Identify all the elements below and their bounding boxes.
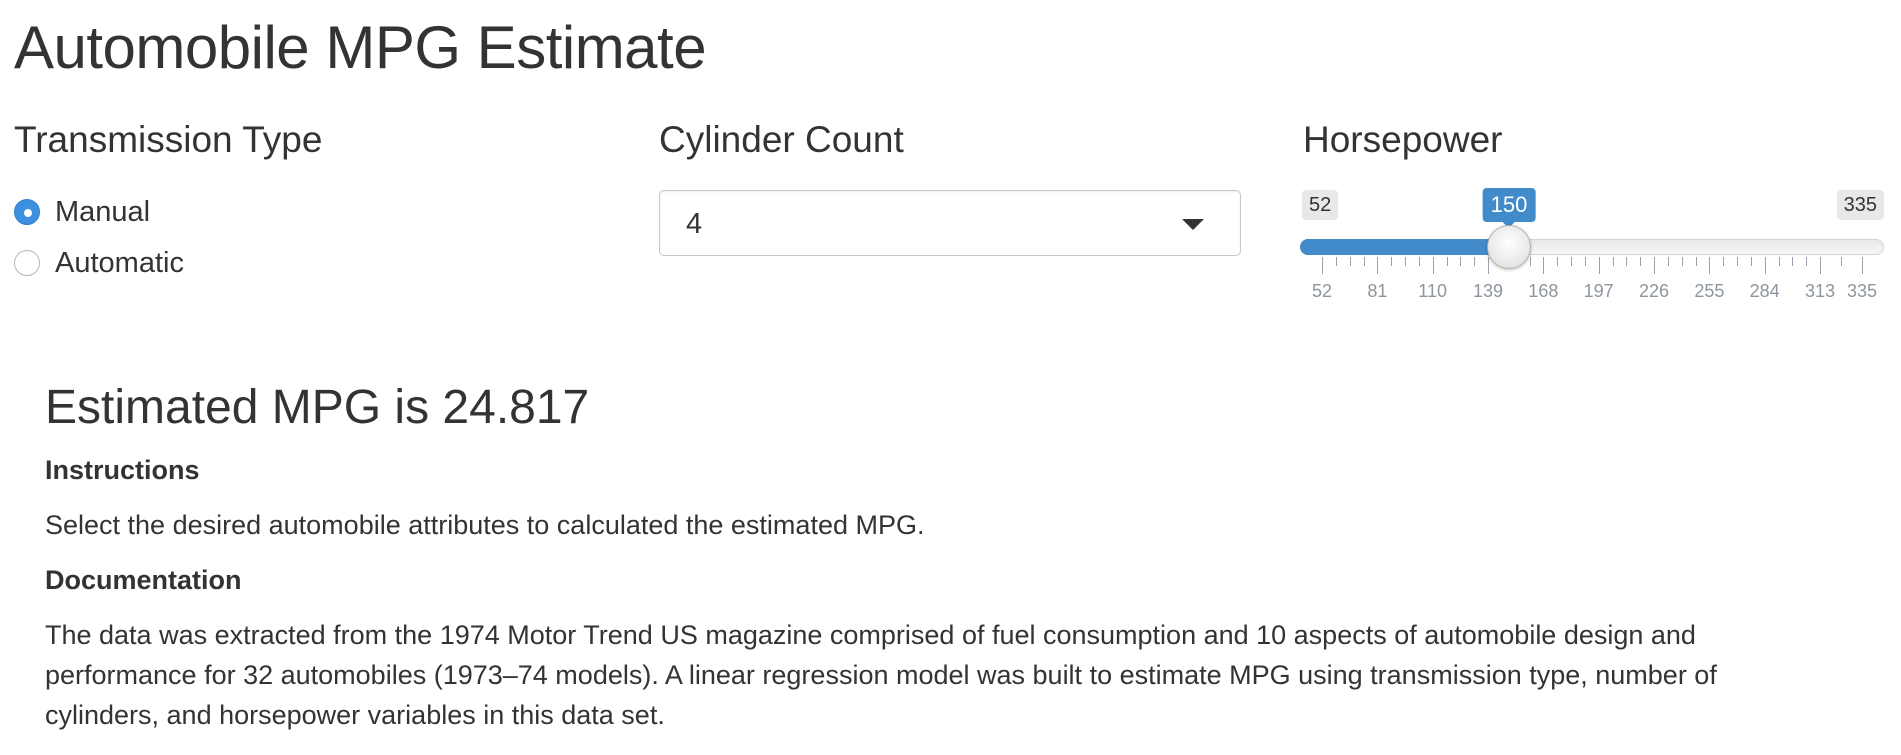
documentation-heading: Documentation [45,565,242,595]
slider-major-tick [1654,257,1655,274]
horsepower-label: Horsepower [1303,119,1503,160]
slider-tick-label: 284 [1749,281,1780,301]
slider-major-tick [1543,257,1545,274]
estimated-mpg-result: Estimated MPG is 24.817 [45,381,590,434]
slider-major-tick [1488,257,1489,274]
slider-tick-label: 168 [1528,281,1559,301]
radio-manual-button[interactable] [14,199,40,225]
transmission-type-label: Transmission Type [14,119,323,160]
slider-tick-label: 81 [1367,281,1388,301]
slider-minor-tick [1750,257,1752,266]
slider-tick-label: 139 [1472,281,1504,301]
page-title: Automobile MPG Estimate [14,14,707,81]
slider-major-tick [1598,257,1600,274]
radio-automatic-button[interactable] [14,250,40,276]
slider-minor-tick [1405,257,1406,266]
slider-major-tick [1820,257,1822,274]
radio-automatic-label[interactable]: Automatic [55,246,184,280]
slider-minor-tick [1446,257,1448,266]
slider-minor-tick [1612,257,1614,266]
slider-max-label: 335 [1836,190,1884,220]
slider-tick-label: 335 [1846,281,1878,301]
slider-major-tick [1432,257,1434,274]
slider-fill [1300,239,1509,255]
slider-tick-label: 226 [1638,281,1670,301]
slider-minor-tick [1584,257,1586,266]
slider-minor-tick [1778,257,1780,266]
cylinder-count-value: 4 [686,208,703,240]
radio-automatic[interactable]: Automatic [14,246,184,280]
slider-tick-label: 52 [1311,281,1333,301]
radio-manual-label[interactable]: Manual [55,195,150,229]
slider-tick-label: 110 [1418,281,1448,301]
slider-minor-tick [1363,257,1365,266]
slider-major-tick [1764,257,1766,274]
slider-minor-tick [1529,257,1531,266]
slider-tick-label: 313 [1804,281,1836,301]
slider-minor-tick [1571,257,1572,266]
slider-minor-tick [1626,257,1628,266]
slider-minor-tick [1841,257,1842,266]
slider-major-tick [1709,257,1711,274]
horsepower-slider[interactable]: 52 335 150 52 81 110 139 168 197 226 255 284 313 3… [1300,180,1884,310]
radio-manual[interactable]: Manual [14,195,150,229]
slider-minor-tick [1681,257,1683,266]
caret-down-icon[interactable] [1182,219,1204,230]
instructions-text: Select the desired automobile attributes… [45,510,925,540]
slider-tick-label: 255 [1694,281,1725,301]
slider-minor-tick [1792,257,1794,266]
slider-minor-tick [1695,257,1697,266]
slider-minor-tick [1460,257,1462,266]
slider-value-label: 150 [1482,188,1536,228]
documentation-text: The data was extracted from the 1974 Mot… [45,620,1717,730]
slider-handle[interactable] [1486,225,1531,269]
slider-minor-tick [1418,257,1420,266]
slider-major-tick [1862,257,1863,274]
cylinder-count-label: Cylinder Count [659,119,904,160]
slider-minor-tick [1737,257,1739,266]
slider-major-tick [1377,257,1379,274]
slider-minor-tick [1391,257,1393,266]
slider-minor-tick [1806,257,1808,266]
slider-minor-tick [1349,257,1351,266]
slider-minor-tick [1474,257,1476,266]
slider-major-tick [1322,257,1323,274]
cylinder-count-select[interactable]: 4 [659,190,1241,256]
slider-minor-tick [1723,257,1725,266]
slider-minor-tick [1640,257,1642,266]
instructions-heading: Instructions [45,455,200,485]
slider-tick-label: 197 [1583,281,1614,301]
slider-minor-tick [1667,257,1669,266]
app-page: Automobile MPG Estimate Transmission Typ… [0,0,1901,755]
slider-minor-tick [1335,257,1337,266]
slider-minor-tick [1557,257,1559,266]
slider-min-label: 52 [1302,190,1339,220]
